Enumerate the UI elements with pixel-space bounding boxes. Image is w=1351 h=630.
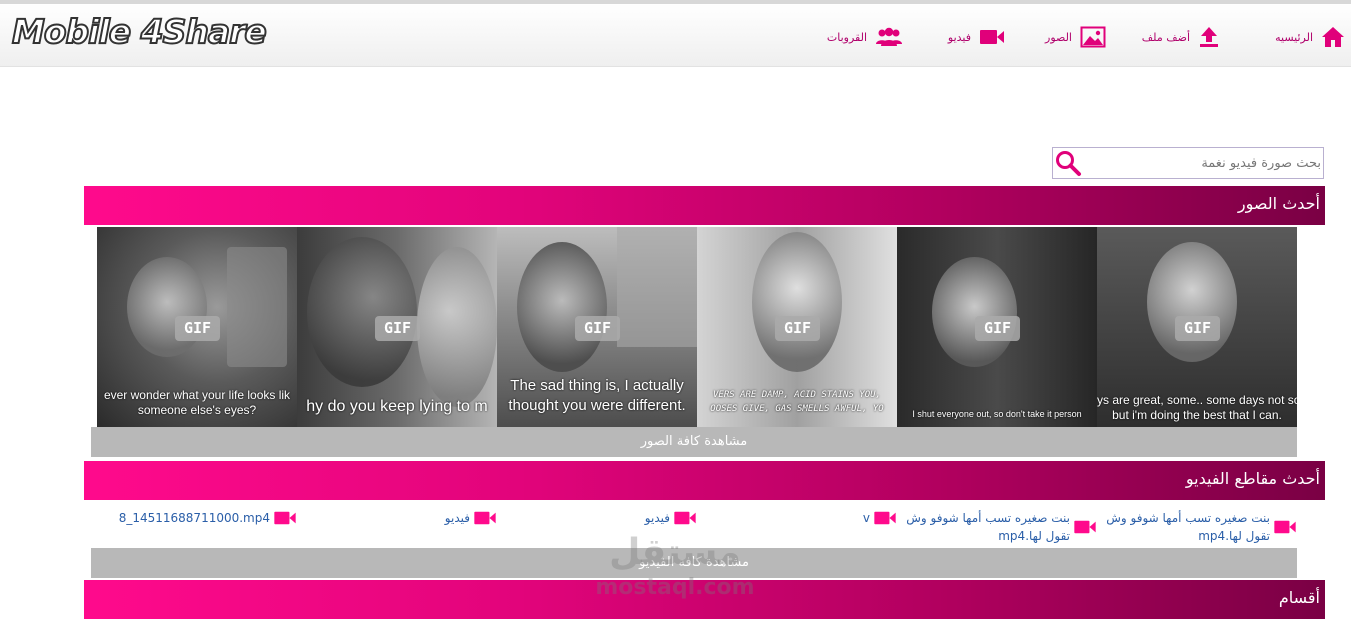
- nav-upload[interactable]: أضف ملف: [1142, 24, 1220, 50]
- gif-caption: someone else's eyes?: [137, 403, 257, 417]
- latest-images-title: أحدث الصور: [1237, 194, 1320, 213]
- watermark: مستقل mostaql.com: [585, 532, 765, 601]
- upload-icon: [1200, 27, 1218, 47]
- video-item[interactable]: v: [697, 508, 897, 527]
- site-logo[interactable]: Mobile 4Share: [11, 11, 268, 52]
- gif-caption: ys are great, some.. some days not so: [1097, 393, 1297, 407]
- nav-video[interactable]: فيديو: [948, 24, 1005, 50]
- video-camera-icon: [674, 511, 696, 524]
- latest-images-header: أحدث الصور: [84, 186, 1325, 225]
- gif-badge: GIF: [1175, 316, 1220, 341]
- video-title-link[interactable]: 8_14511688711000.mp4: [119, 509, 270, 527]
- search-icon[interactable]: [1054, 149, 1082, 177]
- gif-caption: OOSES GIVE, GAS SMELLS AWFUL, YO: [710, 404, 884, 414]
- gif-thumbnail[interactable]: GIF hy do you keep lying to m: [297, 227, 497, 427]
- view-all-images-button[interactable]: مشاهدة كافة الصور: [91, 427, 1297, 457]
- nav-upload-label: أضف ملف: [1141, 30, 1190, 44]
- gif-badge: GIF: [175, 316, 220, 341]
- group-icon: [876, 27, 902, 46]
- nav-images[interactable]: الصور: [1045, 24, 1106, 50]
- gif-thumbnail[interactable]: GIF ys are great, some.. some days not s…: [1097, 227, 1297, 427]
- video-camera-icon: [474, 511, 496, 524]
- gif-caption: but i'm doing the best that I can.: [1112, 408, 1282, 422]
- nav-home-label: الرئيسيه: [1275, 30, 1313, 44]
- video-title-link[interactable]: بنت صغيره تسب أمها شوفو وش تقول لها.mp4: [1105, 509, 1270, 545]
- gif-thumbnail[interactable]: GIF I shut everyone out, so don't take i…: [897, 227, 1097, 427]
- search-box: [1052, 147, 1324, 179]
- gif-badge: GIF: [775, 316, 820, 341]
- video-camera-icon: [874, 511, 896, 524]
- nav-images-label: الصور: [1045, 30, 1072, 44]
- search-input[interactable]: [1087, 150, 1321, 176]
- gif-thumbnail[interactable]: GIF The sad thing is, I actually thought…: [497, 227, 697, 427]
- video-camera-icon: [980, 30, 1004, 44]
- video-title-link[interactable]: بنت صغيره تسب أمها شوفو وش تقول لها.mp4: [905, 509, 1070, 545]
- gif-caption: thought you were different.: [508, 397, 686, 414]
- latest-videos-header: أحدث مقاطع الفيديو: [84, 461, 1325, 500]
- gif-thumbnail[interactable]: GIF ever wonder what your life looks lik…: [97, 227, 297, 427]
- video-item[interactable]: فيديو: [497, 508, 697, 527]
- video-title-link[interactable]: فيديو: [645, 509, 670, 527]
- video-title-link[interactable]: v: [863, 509, 870, 527]
- nav-home[interactable]: الرئيسيه: [1275, 24, 1345, 50]
- nav-groups-label: القروبات: [826, 30, 867, 44]
- image-icon: [1080, 26, 1106, 48]
- image-gallery: GIF ever wonder what your life looks lik…: [97, 227, 1297, 427]
- nav-video-label: فيديو: [947, 30, 971, 44]
- watermark-latin: mostaql.com: [595, 575, 755, 600]
- home-icon: [1322, 27, 1344, 47]
- video-item[interactable]: بنت صغيره تسب أمها شوفو وش تقول لها.mp4: [1097, 509, 1297, 545]
- video-camera-icon: [1074, 520, 1096, 534]
- gif-caption: The sad thing is, I actually: [510, 377, 684, 394]
- gif-caption: VERS ARE DAMP, ACID STAINS YOU,: [713, 390, 881, 400]
- video-item[interactable]: 8_14511688711000.mp4: [97, 508, 297, 527]
- video-item[interactable]: فيديو: [297, 508, 497, 527]
- gif-caption: ever wonder what your life looks lik: [103, 388, 291, 402]
- watermark-arabic: مستقل: [609, 532, 741, 573]
- nav-groups[interactable]: القروبات: [827, 24, 903, 50]
- latest-videos-title: أحدث مقاطع الفيديو: [1185, 469, 1320, 488]
- gif-caption: hy do you keep lying to m: [306, 398, 488, 415]
- gif-badge: GIF: [975, 316, 1020, 341]
- gif-badge: GIF: [375, 316, 420, 341]
- categories-title: أقسام: [1278, 588, 1320, 607]
- gif-thumbnail[interactable]: GIF VERS ARE DAMP, ACID STAINS YOU, OOSE…: [697, 227, 897, 427]
- gif-badge: GIF: [575, 316, 620, 341]
- video-camera-icon: [274, 511, 296, 524]
- gif-caption: I shut everyone out, so don't take it pe…: [912, 409, 1082, 419]
- header-bar: Mobile 4Share الرئيسيه أضف ملف الصور فيد…: [0, 4, 1351, 67]
- video-camera-icon: [1274, 520, 1296, 534]
- video-title-link[interactable]: فيديو: [445, 509, 470, 527]
- video-item[interactable]: بنت صغيره تسب أمها شوفو وش تقول لها.mp4: [897, 509, 1097, 545]
